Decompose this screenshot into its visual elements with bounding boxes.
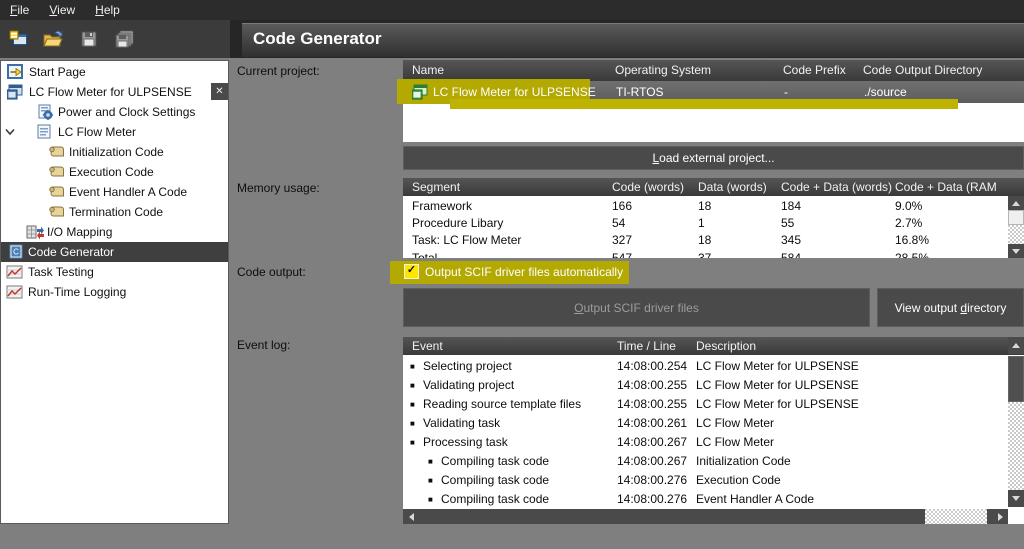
code-generator-icon: C (9, 244, 23, 259)
run-time-logging-icon (6, 285, 23, 299)
view-output-directory-button[interactable]: View output directory (877, 288, 1024, 327)
sidebar-tree: Start Page LC Flow Meter for ULPSENSE ✕ (0, 60, 229, 524)
event-bullet-icon: ■ (428, 476, 433, 485)
sidebar-item-code-generator[interactable]: C Code Generator (1, 242, 228, 262)
event-log-label: Event log: (237, 338, 291, 352)
code-scroll-icon (49, 146, 64, 157)
scif-auto-output-label: Output SCIF driver files automatically (425, 265, 624, 279)
project-table-row[interactable]: LC Flow Meter for ULPSENSE TI-RTOS - ./s… (403, 81, 1024, 103)
scroll-up-button[interactable] (1008, 337, 1024, 354)
page-title-bar: Code Generator (242, 23, 1024, 57)
memory-usage-table: Segment Code (words) Data (words) Code +… (403, 178, 1024, 258)
sidebar-item-task-testing[interactable]: Task Testing (1, 262, 228, 282)
event-bullet-icon: ■ (428, 495, 433, 504)
load-external-project-button[interactable]: Load external project... (403, 146, 1024, 170)
scroll-up-icon (1012, 200, 1020, 206)
svg-text:C: C (13, 248, 19, 257)
power-clock-icon (38, 104, 53, 120)
event-bullet-icon: ■ (410, 381, 415, 390)
task-testing-icon (6, 265, 23, 279)
code-scroll-icon (49, 166, 64, 177)
scroll-down-button[interactable] (1008, 490, 1024, 507)
save-all-icon (115, 30, 134, 48)
sidebar-item-lc-flow-meter[interactable]: LC Flow Meter (1, 122, 228, 142)
scroll-left-icon (408, 512, 414, 521)
current-project-label: Current project: (237, 64, 320, 78)
scroll-up-button[interactable] (1008, 196, 1024, 210)
io-mapping-icon (26, 225, 44, 240)
scroll-down-button[interactable] (1008, 244, 1024, 258)
scrollbar-thumb[interactable] (1008, 210, 1024, 225)
scrollbar-track[interactable] (1008, 225, 1024, 244)
event-bullet-icon: ■ (410, 419, 415, 428)
scrollbar-track[interactable] (1008, 402, 1024, 490)
chevron-down-icon[interactable] (5, 128, 15, 136)
page-title: Code Generator (253, 29, 382, 48)
project-icon (7, 84, 23, 100)
memory-table-header: Segment Code (words) Data (words) Code +… (403, 178, 1024, 196)
scroll-down-icon (1012, 248, 1020, 254)
scrollbar-thumb[interactable] (925, 509, 987, 524)
sidebar-item-power-clock[interactable]: Power and Clock Settings (1, 102, 228, 122)
event-log-header: Event Time / Line Description (403, 337, 1024, 355)
project-icon-green (412, 84, 428, 100)
scroll-down-icon (1012, 496, 1020, 501)
scrollbar-corner (1008, 507, 1024, 524)
event-bullet-icon: ■ (410, 400, 415, 409)
menu-view[interactable]: View (39, 0, 85, 20)
menu-bar: File View Help (0, 0, 1024, 20)
new-project-icon (9, 30, 28, 46)
horizontal-scrollbar[interactable] (403, 509, 1008, 524)
output-scif-driver-files-button[interactable]: Output SCIF driver files (403, 288, 870, 327)
event-bullet-icon: ■ (410, 362, 415, 371)
checkmark-icon: ✓ (406, 264, 417, 276)
event-bullet-icon: ■ (410, 438, 415, 447)
save-button[interactable] (76, 26, 102, 52)
sidebar-item-initialization-code[interactable]: Initialization Code (1, 142, 228, 162)
sidebar-item-termination-code[interactable]: Termination Code (1, 202, 228, 222)
project-prefix: - (784, 85, 788, 99)
project-os: TI-RTOS (616, 85, 664, 99)
code-scroll-icon (49, 186, 64, 197)
code-output-label: Code output: (237, 265, 306, 279)
menu-help[interactable]: Help (85, 0, 130, 20)
close-project-icon[interactable]: ✕ (211, 83, 228, 100)
open-folder-icon (43, 30, 63, 47)
project-name: LC Flow Meter for ULPSENSE (433, 85, 596, 99)
event-log-table: Event Time / Line Description ■ Selectin… (403, 337, 1024, 524)
sidebar-item-start-page[interactable]: Start Page (1, 62, 228, 82)
application-window: File View Help Code Generator Start Page… (0, 0, 1024, 549)
event-bullet-icon: ■ (428, 457, 433, 466)
sidebar-item-run-time-logging[interactable]: Run-Time Logging (1, 282, 228, 302)
project-dir: ./source (864, 85, 907, 99)
memory-usage-label: Memory usage: (237, 181, 320, 195)
save-icon (81, 31, 97, 47)
sidebar-item-event-handler-a-code[interactable]: Event Handler A Code (1, 182, 228, 202)
new-project-button[interactable] (6, 26, 32, 52)
scroll-left-button[interactable] (403, 509, 419, 524)
scif-auto-output-checkbox[interactable]: ✓ (404, 264, 419, 279)
menu-file[interactable]: File (0, 0, 39, 20)
current-project-table: Name Operating System Code Prefix Code O… (397, 60, 1024, 142)
sidebar-item-io-mapping[interactable]: I/O Mapping (1, 222, 228, 242)
start-page-icon (7, 64, 23, 79)
scroll-right-button[interactable] (992, 509, 1008, 524)
save-all-button[interactable] (112, 26, 138, 52)
sidebar-item-project[interactable]: LC Flow Meter for ULPSENSE ✕ (1, 82, 228, 102)
toolbar (0, 20, 230, 58)
scrollbar-thumb[interactable] (1008, 356, 1024, 402)
code-scroll-icon (49, 206, 64, 217)
task-document-icon (37, 124, 51, 139)
open-project-button[interactable] (40, 26, 66, 52)
sidebar-item-execution-code[interactable]: Execution Code (1, 162, 228, 182)
scroll-up-icon (1012, 343, 1020, 348)
scroll-right-icon (997, 512, 1003, 521)
project-table-header: Name Operating System Code Prefix Code O… (403, 60, 1024, 81)
